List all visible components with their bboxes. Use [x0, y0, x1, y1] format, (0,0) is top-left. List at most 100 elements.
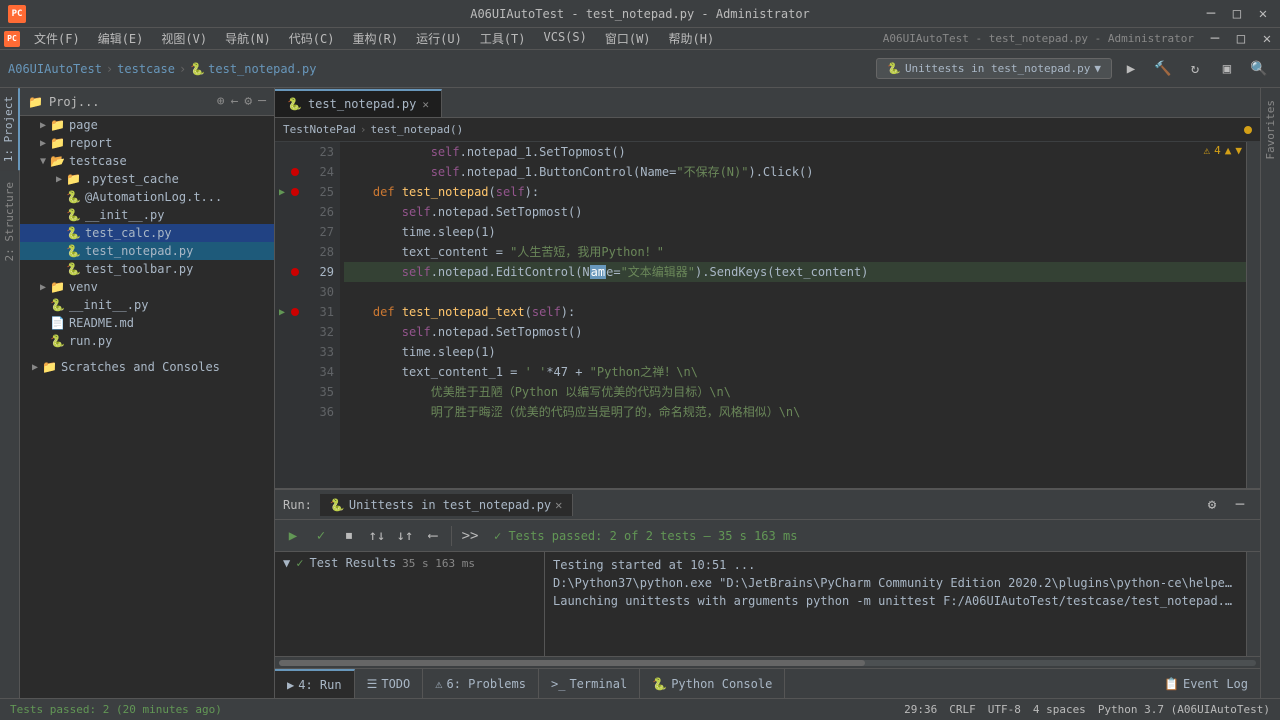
- code-editor[interactable]: ⚠ 4 ▲ ▼ 23: [275, 142, 1260, 488]
- menus[interactable]: 文件(F) 编辑(E) 视图(V) 导航(N) 代码(C) 重构(R) 运行(U…: [26, 28, 722, 49]
- test-result-item-root[interactable]: ▼ ✓ Test Results 35 s 163 ms: [275, 552, 544, 574]
- python-console-icon: 🐍: [652, 677, 667, 691]
- run-play-btn[interactable]: ▶: [281, 524, 305, 548]
- run-sort-asc-btn[interactable]: ↑↓: [365, 524, 389, 548]
- title-bar: PC A06UIAutoTest - test_notepad.py - Adm…: [0, 0, 1280, 28]
- tree-item-venv[interactable]: ▶ 📁 venv: [20, 278, 274, 296]
- breadcrumb-testcase[interactable]: testcase: [117, 62, 175, 76]
- tree-item-test-calc[interactable]: 🐍 test_calc.py: [20, 224, 274, 242]
- editor-tab-test-notepad[interactable]: 🐍 test_notepad.py ✕: [275, 89, 442, 117]
- breadcrumb: A06UIAutoTest › testcase › 🐍test_notepad…: [8, 62, 317, 76]
- tree-item-test-toolbar[interactable]: 🐍 test_toolbar.py: [20, 260, 274, 278]
- tree-item-test-notepad[interactable]: 🐍 test_notepad.py: [20, 242, 274, 260]
- hide-panel-icon[interactable]: ─: [258, 94, 266, 109]
- scrollbar-track[interactable]: [279, 660, 1256, 666]
- close-button[interactable]: ✕: [1254, 5, 1272, 23]
- tree-item-testcase[interactable]: ▼ 📂 testcase: [20, 152, 274, 170]
- run-tab-close[interactable]: ✕: [555, 498, 562, 512]
- python-version[interactable]: Python 3.7 (A06UIAutoTest): [1098, 703, 1270, 716]
- bottom-tab-terminal[interactable]: >_ Terminal: [539, 669, 640, 699]
- minimize-button[interactable]: ─: [1202, 5, 1220, 23]
- menu-help[interactable]: 帮助(H): [661, 28, 723, 49]
- project-tree: ▶ 📁 page ▶ 📁 report ▼ 📂 testcase ▶ 📁 .py…: [20, 116, 274, 698]
- code-line-35: 优美胜于丑陋（Python 以编写优美的代码为目标）\n\: [344, 382, 1246, 402]
- warning-count: 4: [1214, 144, 1221, 157]
- rerun-button[interactable]: ↻: [1182, 56, 1208, 82]
- menu-nav[interactable]: 导航(N): [217, 28, 279, 49]
- tree-item-scratches[interactable]: ▶ 📁 Scratches and Consoles: [24, 358, 274, 376]
- menu-vcs[interactable]: VCS(S): [536, 28, 595, 49]
- tree-item-page[interactable]: ▶ 📁 page: [20, 116, 274, 134]
- run-sort-desc-btn[interactable]: ↓↑: [393, 524, 417, 548]
- run-collapse-btn[interactable]: ⟵: [421, 524, 445, 548]
- tree-item-run[interactable]: 🐍 run.py: [20, 332, 274, 350]
- menu-refactor[interactable]: 重构(R): [344, 28, 406, 49]
- event-log-button[interactable]: 📋 Event Log: [1152, 677, 1260, 691]
- indentation[interactable]: 4 spaces: [1033, 703, 1086, 716]
- breadcrumb-class[interactable]: TestNotePad: [283, 123, 356, 136]
- menu-run[interactable]: 运行(U): [408, 28, 470, 49]
- run-config-button[interactable]: 🐍 Unittests in test_notepad.py ▼: [876, 58, 1112, 79]
- run-tab-icon: ▶: [287, 678, 294, 692]
- py-icon-autolog: 🐍: [66, 190, 81, 204]
- structure-tab[interactable]: 2: Structure: [0, 174, 19, 269]
- run-more-btn[interactable]: >>: [458, 524, 482, 548]
- menu-edit[interactable]: 编辑(E): [90, 28, 152, 49]
- run-pass-btn[interactable]: ✓: [309, 524, 333, 548]
- breadcrumb-file[interactable]: 🐍test_notepad.py: [190, 62, 316, 76]
- line-gutter-area: 23 24 ▶: [275, 142, 340, 488]
- editor-scrollbar[interactable]: [1246, 142, 1260, 488]
- bottom-tab-todo[interactable]: ☰ TODO: [355, 669, 424, 699]
- breadcrumb-method[interactable]: test_notepad(): [370, 123, 463, 136]
- run-panel-hide[interactable]: ─: [1228, 493, 1252, 517]
- line-ending[interactable]: CRLF: [949, 703, 976, 716]
- bottom-tab-run[interactable]: ▶ 4: Run: [275, 669, 355, 699]
- expand-icon: ▼: [283, 556, 290, 570]
- run-stop-btn[interactable]: ⏹: [337, 524, 361, 548]
- minimize-btn-2[interactable]: ─: [1206, 30, 1224, 48]
- gutter-31: ▶ 31: [275, 302, 340, 322]
- menu-tools[interactable]: 工具(T): [472, 28, 534, 49]
- run-panel-settings[interactable]: ⚙: [1200, 493, 1224, 517]
- project-tab[interactable]: 1: Project: [0, 88, 20, 170]
- settings-icon[interactable]: ⚙: [244, 94, 252, 109]
- collapse-all-icon[interactable]: ←: [231, 94, 239, 109]
- tree-item-init2[interactable]: 🐍 __init__.py: [20, 296, 274, 314]
- run-scrollbar[interactable]: [1246, 552, 1260, 656]
- maximize-button[interactable]: □: [1228, 5, 1246, 23]
- run-tab[interactable]: 🐍 Unittests in test_notepad.py ✕: [320, 494, 573, 516]
- menu-file[interactable]: 文件(F): [26, 28, 88, 49]
- bottom-tab-problems[interactable]: ⚠ 6: Problems: [423, 669, 539, 699]
- tree-item-pytest-cache[interactable]: ▶ 📁 .pytest_cache: [20, 170, 274, 188]
- search-button[interactable]: 🔍: [1246, 56, 1272, 82]
- tab-close-button[interactable]: ✕: [422, 98, 429, 111]
- bottom-tab-python-console[interactable]: 🐍 Python Console: [640, 669, 785, 699]
- tree-item-readme[interactable]: 📄 README.md: [20, 314, 274, 332]
- code-lines-area[interactable]: self.notepad_1.SetTopmost() self.notepad…: [340, 142, 1246, 488]
- locate-file-icon[interactable]: ⊕: [217, 94, 225, 109]
- run-button[interactable]: ▶: [1118, 56, 1144, 82]
- menu-view[interactable]: 视图(V): [153, 28, 215, 49]
- run-toolbar: ▶ ✓ ⏹ ↑↓ ↓↑ ⟵ >> ✓ Tests passed: 2 of 2 …: [275, 520, 1260, 552]
- warning-chevron-up[interactable]: ▲: [1225, 144, 1232, 157]
- breadcrumb-project[interactable]: A06UIAutoTest: [8, 62, 102, 76]
- maximize-btn-2[interactable]: □: [1232, 30, 1250, 48]
- menu-code[interactable]: 代码(C): [281, 28, 343, 49]
- project-panel-title: Proj...: [49, 95, 211, 109]
- run-h-scrollbar[interactable]: [275, 656, 1260, 668]
- cursor-position[interactable]: 29:36: [904, 703, 937, 716]
- tree-item-report[interactable]: ▶ 📁 report: [20, 134, 274, 152]
- tab-py-icon: 🐍: [287, 97, 302, 111]
- gutter-23: 23: [275, 142, 340, 162]
- tree-item-autolog[interactable]: 🐍 @AutomationLog.t...: [20, 188, 274, 206]
- menu-window[interactable]: 窗口(W): [597, 28, 659, 49]
- encoding[interactable]: UTF-8: [988, 703, 1021, 716]
- warning-chevron-down[interactable]: ▼: [1235, 144, 1242, 157]
- favorites-tab[interactable]: Favorites: [1261, 92, 1280, 168]
- build-button[interactable]: 🔨: [1150, 56, 1176, 82]
- title-bar-left: PC: [8, 5, 30, 23]
- coverage-button[interactable]: ▣: [1214, 56, 1240, 82]
- scrollbar-thumb[interactable]: [279, 660, 865, 666]
- tree-item-init1[interactable]: 🐍 __init__.py: [20, 206, 274, 224]
- close-btn-2[interactable]: ✕: [1258, 30, 1276, 48]
